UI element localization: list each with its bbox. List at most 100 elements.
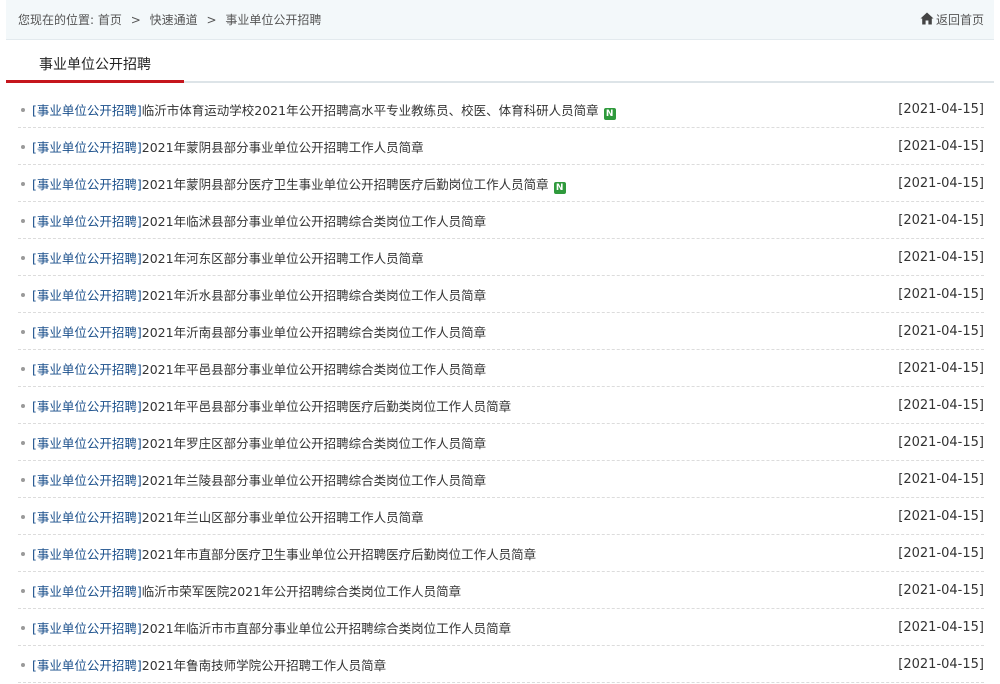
bullet-icon — [21, 478, 25, 482]
bullet-icon — [21, 441, 25, 445]
news-title-link[interactable]: [事业单位公开招聘]2021年沂南县部分事业单位公开招聘综合类岗位工作人员简章 — [32, 322, 898, 341]
news-title-link[interactable]: [事业单位公开招聘]临沂市荣军医院2021年公开招聘综合类岗位工作人员简章 — [32, 581, 898, 600]
news-title: 2021年蒙阴县部分医疗卫生事业单位公开招聘医疗后勤岗位工作人员简章 — [141, 176, 549, 192]
list-item[interactable]: [事业单位公开招聘]2021年兰陵县部分事业单位公开招聘综合类岗位工作人员简章[… — [18, 462, 984, 498]
list-item[interactable]: [事业单位公开招聘]2021年蒙阴县部分事业单位公开招聘工作人员简章 [2021-… — [18, 129, 984, 165]
news-title: 2021年河东区部分事业单位公开招聘工作人员简章 — [141, 251, 424, 266]
news-title: 2021年临沂市市直部分事业单位公开招聘综合类岗位工作人员简章 — [141, 621, 512, 636]
news-title-link[interactable]: [事业单位公开招聘]2021年蒙阴县部分事业单位公开招聘工作人员简章 — [32, 137, 898, 156]
news-category: [事业单位公开招聘] — [32, 251, 142, 266]
news-title-link[interactable]: [事业单位公开招聘]2021年沂水县部分事业单位公开招聘综合类岗位工作人员简章 — [32, 285, 898, 304]
new-badge-icon: N — [603, 107, 616, 120]
list-item[interactable]: [事业单位公开招聘]2021年临沭县部分事业单位公开招聘综合类岗位工作人员简章[… — [18, 203, 984, 239]
bullet-icon — [21, 330, 25, 334]
news-title-link[interactable]: [事业单位公开招聘]2021年临沂市市直部分事业单位公开招聘综合类岗位工作人员简… — [32, 618, 898, 637]
news-title-link[interactable]: [事业单位公开招聘]2021年罗庄区部分事业单位公开招聘综合类岗位工作人员简章 — [32, 433, 898, 452]
news-date: [2021-04-15] — [898, 176, 984, 191]
news-category: [事业单位公开招聘] — [32, 473, 142, 488]
news-category: [事业单位公开招聘] — [32, 436, 142, 451]
breadcrumb-item-home[interactable]: 首页 — [98, 13, 122, 27]
news-date: [2021-04-15] — [898, 139, 984, 154]
news-list: [事业单位公开招聘] 临沂市体育运动学校2021年公开招聘高水平专业教练员、校医、… — [18, 92, 984, 684]
breadcrumb-item-current[interactable]: 事业单位公开招聘 — [225, 13, 321, 27]
bullet-icon — [21, 626, 25, 630]
bullet-icon — [21, 182, 25, 186]
news-date: [2021-04-15] — [898, 324, 984, 339]
breadcrumb-separator: > — [206, 13, 217, 27]
news-category: [事业单位公开招聘] — [32, 214, 142, 229]
bullet-icon — [21, 367, 25, 371]
news-date: [2021-04-15] — [898, 287, 984, 302]
news-date: [2021-04-15] — [898, 546, 984, 561]
news-category: [事业单位公开招聘] — [32, 584, 142, 599]
list-item[interactable]: [事业单位公开招聘]2021年平邑县部分事业单位公开招聘综合类岗位工作人员简章[… — [18, 351, 984, 387]
list-item[interactable]: [事业单位公开招聘]临沂市体育运动学校2021年公开招聘高水平专业教练员、校医、… — [18, 92, 984, 128]
news-title-link[interactable]: [事业单位公开招聘]2021年河东区部分事业单位公开招聘工作人员简章 — [32, 248, 898, 267]
news-title: 2021年沂水县部分事业单位公开招聘综合类岗位工作人员简章 — [141, 288, 487, 303]
list-item[interactable]: [事业单位公开招聘]2021年沂南县部分事业单位公开招聘综合类岗位工作人员简章[… — [18, 314, 984, 350]
news-category: [事业单位公开招聘] — [32, 176, 142, 192]
news-title-link[interactable]: [事业单位公开招聘]2021年鲁南技师学院公开招聘工作人员简章 — [32, 655, 898, 674]
news-title-link[interactable]: [事业单位公开招聘]2021年临沭县部分事业单位公开招聘综合类岗位工作人员简章 — [32, 211, 898, 230]
news-category: [事业单位公开招聘] — [32, 362, 142, 377]
news-title: 2021年兰山区部分事业单位公开招聘工作人员简章 — [141, 510, 424, 525]
news-category: [事业单位公开招聘] — [32, 140, 142, 155]
section-header: 事业单位公开招聘 — [6, 50, 994, 83]
news-title-link[interactable]: [事业单位公开招聘]2021年兰陵县部分事业单位公开招聘综合类岗位工作人员简章 — [32, 470, 898, 489]
bullet-icon — [21, 219, 25, 223]
news-title-link[interactable]: [事业单位公开招聘]2021年兰山区部分事业单位公开招聘工作人员简章 — [32, 507, 898, 526]
list-item[interactable]: [事业单位公开招聘]临沂市荣军医院2021年公开招聘综合类岗位工作人员简章 [20… — [18, 573, 984, 609]
news-category: [事业单位公开招聘] — [32, 547, 142, 562]
news-date: [2021-04-15] — [898, 583, 984, 598]
news-title: 2021年罗庄区部分事业单位公开招聘综合类岗位工作人员简章 — [141, 436, 487, 451]
news-title-link[interactable]: [事业单位公开招聘]临沂市体育运动学校2021年公开招聘高水平专业教练员、校医、… — [32, 100, 898, 120]
news-title: 2021年蒙阴县部分事业单位公开招聘工作人员简章 — [141, 140, 424, 155]
news-category: [事业单位公开招聘] — [32, 621, 142, 636]
list-item[interactable]: [事业单位公开招聘]2021年平邑县部分事业单位公开招聘医疗后勤类岗位工作人员简… — [18, 388, 984, 424]
bullet-icon — [21, 663, 25, 667]
news-date: [2021-04-15] — [898, 472, 984, 487]
news-title: 2021年兰陵县部分事业单位公开招聘综合类岗位工作人员简章 — [141, 473, 487, 488]
news-date: [2021-04-15] — [898, 250, 984, 265]
news-date: [2021-04-15] — [898, 398, 984, 413]
list-item[interactable]: [事业单位公开招聘]2021年临沂市市直部分事业单位公开招聘综合类岗位工作人员简… — [18, 610, 984, 646]
list-item[interactable]: [事业单位公开招聘]2021年蒙阴县部分医疗卫生事业单位公开招聘医疗后勤岗位工作… — [18, 166, 984, 202]
news-title: 2021年平邑县部分事业单位公开招聘医疗后勤类岗位工作人员简章 — [141, 399, 512, 414]
list-item[interactable]: [事业单位公开招聘]2021年鲁南技师学院公开招聘工作人员简章 [2021-04-… — [18, 647, 984, 683]
list-item[interactable]: [事业单位公开招聘]2021年罗庄区部分事业单位公开招聘综合类岗位工作人员简章[… — [18, 425, 984, 461]
bullet-icon — [21, 256, 25, 260]
section-tab-title[interactable]: 事业单位公开招聘 — [6, 50, 184, 83]
news-category: [事业单位公开招聘] — [32, 325, 142, 340]
breadcrumb-prefix: 您现在的位置: — [18, 13, 95, 27]
news-category: [事业单位公开招聘] — [32, 510, 142, 525]
news-date: [2021-04-15] — [898, 102, 984, 117]
news-title-link[interactable]: [事业单位公开招聘]2021年平邑县部分事业单位公开招聘综合类岗位工作人员简章 — [32, 359, 898, 378]
news-date: [2021-04-15] — [898, 361, 984, 376]
news-title: 2021年市直部分医疗卫生事业单位公开招聘医疗后勤岗位工作人员简章 — [141, 547, 537, 562]
news-title-link[interactable]: [事业单位公开招聘]2021年平邑县部分事业单位公开招聘医疗后勤类岗位工作人员简… — [32, 396, 898, 415]
return-home-link[interactable]: 返回首页 — [920, 11, 984, 28]
list-item[interactable]: [事业单位公开招聘]2021年兰山区部分事业单位公开招聘工作人员简章 [2021-… — [18, 499, 984, 535]
breadcrumb-item-quick-access[interactable]: 快速通道 — [150, 13, 198, 27]
news-date: [2021-04-15] — [898, 509, 984, 524]
bullet-icon — [21, 589, 25, 593]
news-date: [2021-04-15] — [898, 435, 984, 450]
news-date: [2021-04-15] — [898, 620, 984, 635]
home-icon — [920, 12, 936, 28]
news-title: 2021年临沭县部分事业单位公开招聘综合类岗位工作人员简章 — [141, 214, 487, 229]
bullet-icon — [21, 404, 25, 408]
breadcrumb-separator: > — [130, 13, 141, 27]
news-date: [2021-04-15] — [898, 657, 984, 672]
list-item[interactable]: [事业单位公开招聘]2021年河东区部分事业单位公开招聘工作人员简章 [2021-… — [18, 240, 984, 276]
breadcrumb: 您现在的位置: 首页 > 快速通道 > 事业单位公开招聘 返回首页 — [6, 0, 994, 40]
news-title: 2021年沂南县部分事业单位公开招聘综合类岗位工作人员简章 — [141, 325, 487, 340]
bullet-icon — [21, 145, 25, 149]
list-item[interactable]: [事业单位公开招聘]2021年沂水县部分事业单位公开招聘综合类岗位工作人员简章[… — [18, 277, 984, 313]
news-title-link[interactable]: [事业单位公开招聘]2021年市直部分医疗卫生事业单位公开招聘医疗后勤岗位工作人… — [32, 544, 898, 563]
news-title-link[interactable]: [事业单位公开招聘]2021年蒙阴县部分医疗卫生事业单位公开招聘医疗后勤岗位工作… — [32, 174, 898, 194]
news-title: 临沂市体育运动学校2021年公开招聘高水平专业教练员、校医、体育科研人员简章 — [141, 102, 599, 118]
bullet-icon — [21, 515, 25, 519]
list-item[interactable]: [事业单位公开招聘]2021年市直部分医疗卫生事业单位公开招聘医疗后勤岗位工作人… — [18, 536, 984, 572]
news-title: 临沂市荣军医院2021年公开招聘综合类岗位工作人员简章 — [141, 584, 462, 599]
news-category: [事业单位公开招聘] — [32, 399, 142, 414]
